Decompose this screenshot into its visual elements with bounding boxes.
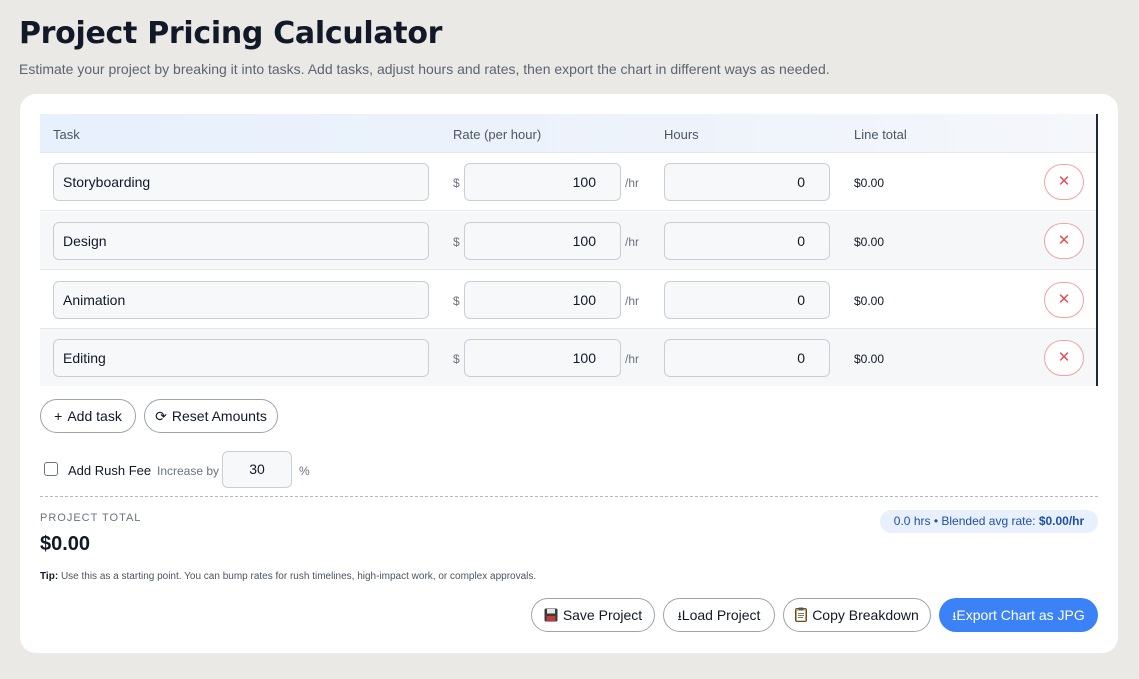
clipboard-icon — [795, 599, 808, 631]
table-header: Task Rate (per hour) Hours Line total — [40, 114, 1096, 153]
blended-rate-value: $0.00/hr — [1038, 514, 1085, 528]
reset-amounts-label: Reset Amounts — [171, 408, 267, 424]
rate-unit: /hr — [625, 294, 640, 308]
remove-task-button[interactable]: ✕ — [1044, 223, 1084, 259]
load-project-label: Load Project — [681, 607, 761, 623]
close-icon: ✕ — [1057, 349, 1071, 366]
page-title: Project Pricing Calculator — [19, 16, 443, 51]
increase-by-label: Increase by — [157, 464, 220, 478]
col-task-header: Task — [53, 127, 80, 142]
export-chart-button[interactable]: ⭳Export Chart as JPG — [939, 598, 1098, 632]
currency-symbol: $ — [453, 352, 460, 366]
tip-text: Tip: Use this as a starting point. You c… — [40, 571, 536, 582]
table-row: Animation $ 100 /hr 0 $0.00 ✕ — [40, 271, 1096, 329]
tip-label: Tip: — [40, 571, 59, 582]
close-icon: ✕ — [1057, 232, 1071, 249]
line-total: $0.00 — [854, 235, 885, 249]
hours-input[interactable]: 0 — [664, 222, 830, 260]
remove-task-button[interactable]: ✕ — [1044, 282, 1084, 318]
line-total: $0.00 — [854, 294, 885, 308]
blended-rate-label: Blended avg rate: — [941, 514, 1036, 528]
col-hours-header: Hours — [664, 127, 699, 142]
line-total: $0.00 — [854, 176, 885, 190]
task-name-input[interactable]: Editing — [53, 339, 429, 377]
currency-symbol: $ — [453, 294, 460, 308]
hours-input[interactable]: 0 — [664, 163, 830, 201]
page-subtitle: Estimate your project by breaking it int… — [19, 61, 830, 77]
rate-input[interactable]: 100 — [464, 281, 621, 319]
close-icon: ✕ — [1057, 291, 1071, 308]
currency-symbol: $ — [453, 235, 460, 249]
stats-badge: 0.0 hrs • Blended avg rate: $0.00/hr — [880, 510, 1098, 533]
col-rate-header: Rate (per hour) — [453, 127, 542, 142]
hours-input[interactable]: 0 — [664, 281, 830, 319]
calculator-card: Task Rate (per hour) Hours Line total St… — [20, 94, 1118, 653]
col-line-total-header: Line total — [854, 127, 907, 142]
tasks-table: Task Rate (per hour) Hours Line total St… — [40, 114, 1098, 386]
project-total-label: PROJECT TOTAL — [40, 512, 142, 524]
hours-input[interactable]: 0 — [664, 339, 830, 377]
plus-icon: + — [54, 408, 63, 424]
add-task-label: Add task — [67, 408, 122, 424]
rush-fee-label[interactable]: Add Rush Fee — [68, 463, 151, 478]
section-divider — [40, 496, 1098, 497]
rate-unit: /hr — [625, 235, 640, 249]
table-row: Design $ 100 /hr 0 $0.00 ✕ — [40, 212, 1096, 270]
task-name-input[interactable]: Animation — [53, 281, 429, 319]
rate-input[interactable]: 100 — [464, 222, 621, 260]
task-name-input[interactable]: Storyboarding — [53, 163, 429, 201]
line-total: $0.00 — [854, 352, 885, 366]
refresh-icon: ⟳ — [155, 408, 167, 424]
load-project-button[interactable]: ⭳Load Project — [663, 598, 775, 632]
table-row: Storyboarding $ 100 /hr 0 $0.00 ✕ — [40, 153, 1096, 211]
export-chart-label: Export Chart as JPG — [956, 607, 1085, 623]
rate-input[interactable]: 100 — [464, 163, 621, 201]
floppy-disk-icon — [544, 599, 558, 631]
save-project-label: Save Project — [562, 607, 643, 623]
save-project-button[interactable]: Save Project — [531, 598, 655, 632]
rate-unit: /hr — [625, 352, 640, 366]
copy-breakdown-label: Copy Breakdown — [812, 607, 919, 623]
currency-symbol: $ — [453, 176, 460, 190]
add-task-button[interactable]: + Add task — [40, 399, 136, 433]
rate-unit: /hr — [625, 176, 640, 190]
rush-percent-input[interactable]: 30 — [222, 451, 292, 488]
table-row: Editing $ 100 /hr 0 $0.00 ✕ — [40, 329, 1096, 386]
tip-body: Use this as a starting point. You can bu… — [60, 571, 537, 582]
project-total-value: $0.00 — [40, 533, 91, 555]
copy-breakdown-button[interactable]: Copy Breakdown — [783, 598, 931, 632]
separator-dot: • — [933, 514, 939, 528]
close-icon: ✕ — [1057, 173, 1071, 190]
reset-amounts-button[interactable]: ⟳ Reset Amounts — [144, 399, 278, 433]
remove-task-button[interactable]: ✕ — [1044, 340, 1084, 376]
task-name-input[interactable]: Design — [53, 222, 429, 260]
remove-task-button[interactable]: ✕ — [1044, 164, 1084, 200]
rush-fee-checkbox[interactable] — [44, 462, 58, 476]
rate-input[interactable]: 100 — [464, 339, 621, 377]
total-hours-unit: hrs — [913, 514, 931, 528]
total-hours-value: 0.0 — [893, 514, 911, 528]
percent-unit: % — [299, 464, 310, 478]
